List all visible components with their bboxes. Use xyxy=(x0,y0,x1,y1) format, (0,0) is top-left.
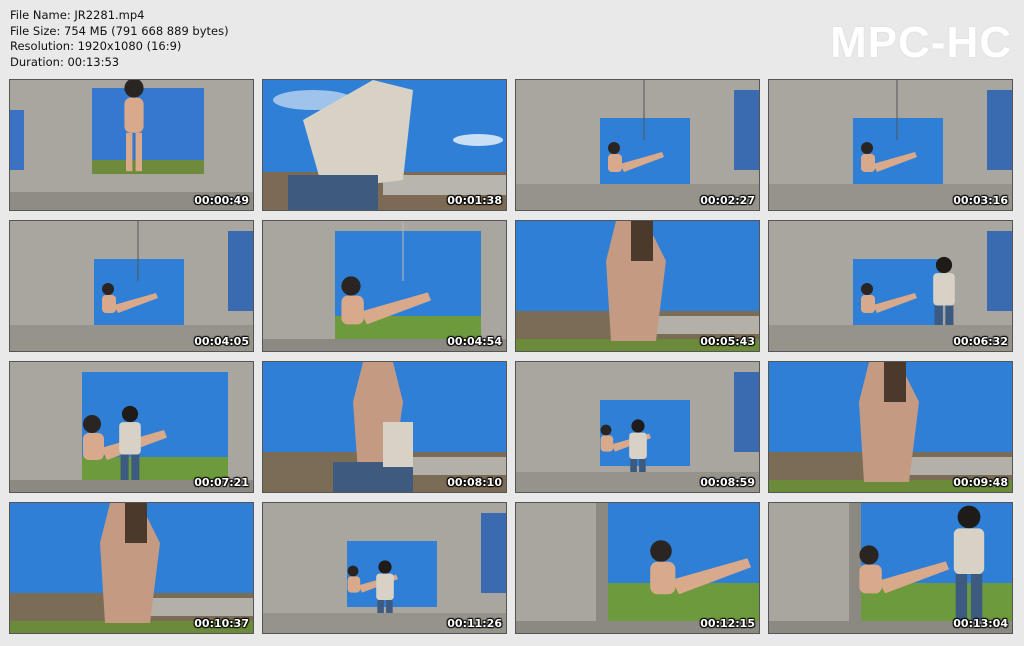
file-size-text: File Size: 754 МБ (791 668 889 bytes) xyxy=(10,23,229,38)
thumbnail-timestamp: 00:04:54 xyxy=(447,335,502,348)
thumbnail-timestamp: 00:01:38 xyxy=(447,194,502,207)
thumbnail-image xyxy=(769,362,1012,492)
thumbnail-frame: 00:05:43 xyxy=(515,220,760,352)
thumbnail-image xyxy=(516,80,759,210)
thumbnail-timestamp: 00:09:48 xyxy=(953,476,1008,489)
thumbnail-timestamp: 00:08:10 xyxy=(447,476,502,489)
thumbnail-timestamp: 00:12:15 xyxy=(700,617,755,630)
file-name-text: File Name: JR2281.mp4 xyxy=(10,8,145,22)
thumbnail-image xyxy=(516,503,759,633)
thumbnail-image xyxy=(10,80,253,210)
thumbnail-grid: 00:00:49 00:01:38 00:02:27 00:03:16 00:04:05… xyxy=(9,79,1013,634)
thumbnail-timestamp: 00:00:49 xyxy=(194,194,249,207)
thumbnail-image xyxy=(10,362,253,492)
thumbnail-image xyxy=(10,503,253,633)
thumbnail-image xyxy=(263,221,506,351)
thumbnail-frame: 00:06:32 xyxy=(768,220,1013,352)
thumbnail-image xyxy=(769,221,1012,351)
thumbnail-frame: 00:12:15 xyxy=(515,502,760,634)
thumbnail-frame: 00:04:05 xyxy=(9,220,254,352)
thumbnail-frame: 00:11:26 xyxy=(262,502,507,634)
thumbnail-image xyxy=(10,221,253,351)
duration-text: Duration: 00:13:53 xyxy=(10,54,120,69)
thumbnail-image xyxy=(769,503,1012,633)
thumbnail-timestamp: 00:10:37 xyxy=(194,617,249,630)
thumbnail-timestamp: 00:13:04 xyxy=(953,617,1008,630)
file-info-panel: File Name: JR2281.mp4 File Size: 754 МБ … xyxy=(10,8,229,70)
thumbnail-frame: 00:13:04 xyxy=(768,502,1013,634)
mpc-hc-logo: MPC-HC xyxy=(830,18,1012,67)
thumbnail-timestamp: 00:08:59 xyxy=(700,476,755,489)
thumbnail-image xyxy=(263,503,506,633)
thumbnail-image xyxy=(263,80,506,210)
thumbnail-frame: 00:03:16 xyxy=(768,79,1013,211)
thumbnail-timestamp: 00:05:43 xyxy=(700,335,755,348)
thumbnail-image xyxy=(769,80,1012,210)
resolution-text: Resolution: 1920x1080 (16:9) xyxy=(10,39,182,53)
thumbnail-timestamp: 00:03:16 xyxy=(953,194,1008,207)
thumbnail-frame: 00:01:38 xyxy=(262,79,507,211)
thumbnail-frame: 00:04:54 xyxy=(262,220,507,352)
thumbnail-frame: 00:08:10 xyxy=(262,361,507,493)
thumbnail-frame: 00:07:21 xyxy=(9,361,254,493)
thumbnail-image xyxy=(516,221,759,351)
thumbnail-timestamp: 00:11:26 xyxy=(447,617,502,630)
thumbnail-image xyxy=(263,362,506,492)
thumbnail-frame: 00:10:37 xyxy=(9,502,254,634)
thumbnail-frame: 00:02:27 xyxy=(515,79,760,211)
thumbnail-timestamp: 00:07:21 xyxy=(194,476,249,489)
thumbnail-frame: 00:09:48 xyxy=(768,361,1013,493)
thumbnail-timestamp: 00:02:27 xyxy=(700,194,755,207)
thumbnail-timestamp: 00:06:32 xyxy=(953,335,1008,348)
thumbnail-frame: 00:00:49 xyxy=(9,79,254,211)
thumbnail-image xyxy=(516,362,759,492)
thumbnail-frame: 00:08:59 xyxy=(515,361,760,493)
thumbnail-timestamp: 00:04:05 xyxy=(194,335,249,348)
